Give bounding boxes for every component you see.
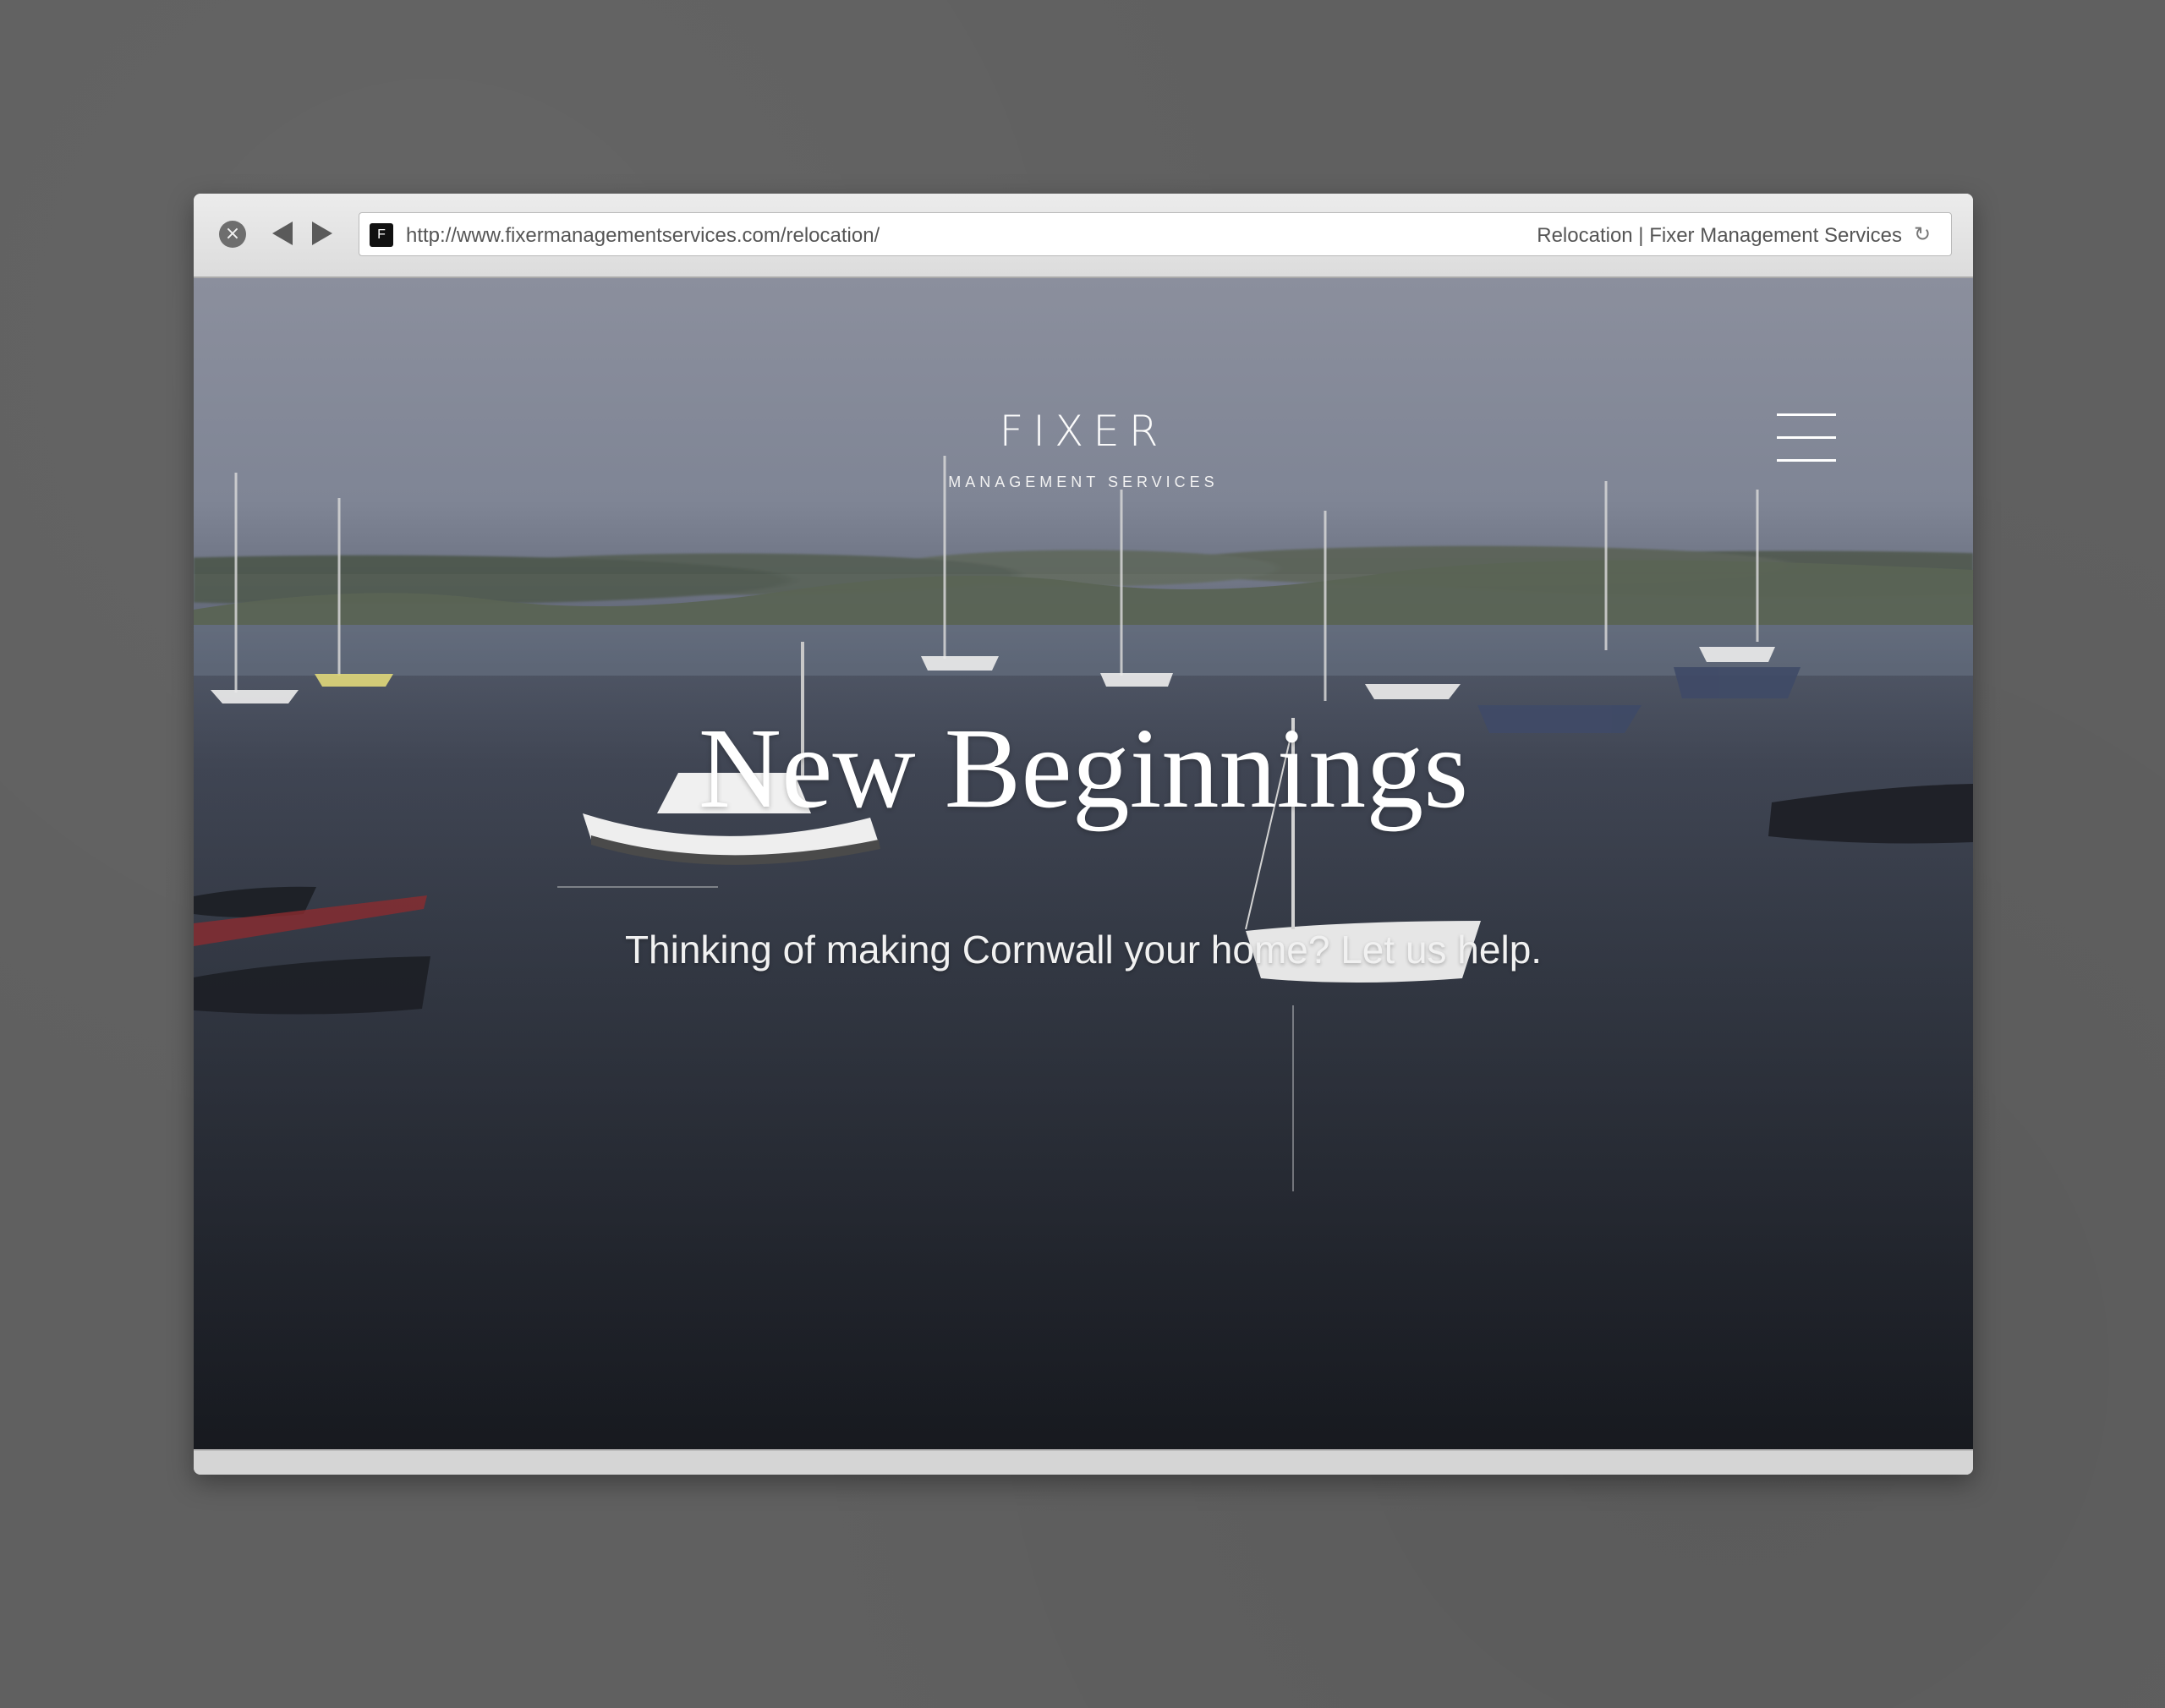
page-viewport: FIXER MANAGEMENT SERVICES New Beginnings…	[194, 278, 1973, 1449]
close-icon[interactable]: ×	[219, 221, 246, 248]
hero-subtitle: Thinking of making Cornwall your home? L…	[624, 928, 1543, 972]
browser-window: × F http://www.fixermanagementservices.c…	[194, 194, 1973, 1475]
menu-line	[1777, 413, 1836, 416]
back-icon[interactable]	[272, 222, 293, 245]
menu-line	[1777, 459, 1836, 462]
forward-icon[interactable]	[312, 222, 332, 245]
hamburger-icon[interactable]	[1777, 413, 1836, 463]
url-text[interactable]: http://www.fixermanagementservices.com/r…	[406, 224, 880, 248]
site-logo[interactable]: FIXER	[194, 407, 1973, 456]
window-bottom-bar	[194, 1449, 1973, 1475]
hero-title: New Beginnings	[698, 705, 1469, 832]
browser-toolbar: × F http://www.fixermanagementservices.c…	[194, 194, 1973, 278]
reload-icon[interactable]: ↻	[1914, 223, 1936, 245]
menu-line	[1777, 436, 1836, 439]
address-bar[interactable]: F http://www.fixermanagementservices.com…	[359, 212, 1952, 256]
page-title: Relocation | Fixer Management Services	[1537, 224, 1902, 247]
site-logo-subtitle: MANAGEMENT SERVICES	[948, 474, 1219, 490]
site-favicon: F	[370, 223, 393, 247]
